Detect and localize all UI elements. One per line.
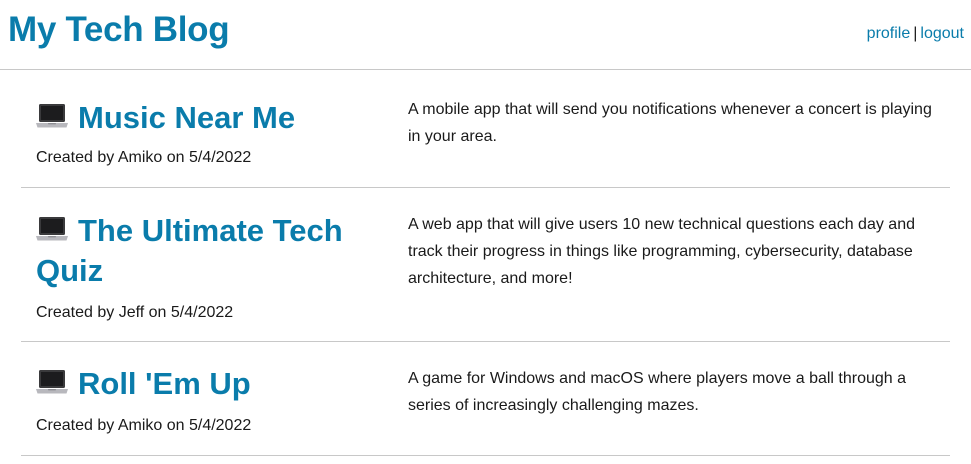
post-description: A mobile app that will send you notifica…	[408, 101, 932, 145]
post-item: Music Near Me Created by Amiko on 5/4/20…	[21, 70, 950, 188]
post-list: Music Near Me Created by Amiko on 5/4/20…	[21, 70, 950, 456]
post-title-link[interactable]: Roll 'Em Up	[78, 366, 251, 401]
logout-link[interactable]: logout	[920, 25, 964, 42]
post-header: Music Near Me Created by Amiko on 5/4/20…	[21, 70, 408, 187]
post-title: The Ultimate Tech Quiz	[36, 211, 408, 291]
post-meta: Created by Amiko on 5/4/2022	[36, 417, 252, 434]
site-header: My Tech Blog profile | logout	[0, 0, 971, 70]
post-title-link[interactable]: Music Near Me	[78, 100, 295, 135]
post-description: A web app that will give users 10 new te…	[408, 216, 915, 287]
post-header: Roll 'Em Up Created by Amiko on 5/4/2022	[21, 342, 408, 455]
laptop-icon	[36, 104, 68, 128]
profile-link[interactable]: profile	[867, 25, 911, 42]
post-item: The Ultimate Tech Quiz Created by Jeff o…	[21, 188, 950, 342]
post-description: A game for Windows and macOS where playe…	[408, 370, 907, 414]
post-header: The Ultimate Tech Quiz Created by Jeff o…	[21, 188, 408, 341]
site-title-link[interactable]: My Tech Blog	[8, 10, 230, 50]
post-meta: Created by Amiko on 5/4/2022	[36, 149, 252, 166]
post-title: Roll 'Em Up	[36, 364, 408, 404]
nav-separator: |	[913, 25, 918, 42]
post-title-link[interactable]: The Ultimate Tech Quiz	[36, 213, 343, 288]
post-item: Roll 'Em Up Created by Amiko on 5/4/2022…	[21, 342, 950, 456]
post-title: Music Near Me	[36, 98, 408, 138]
laptop-icon	[36, 217, 68, 241]
top-nav: profile | logout	[867, 25, 964, 43]
laptop-icon	[36, 370, 68, 394]
post-meta: Created by Jeff on 5/4/2022	[36, 304, 234, 321]
